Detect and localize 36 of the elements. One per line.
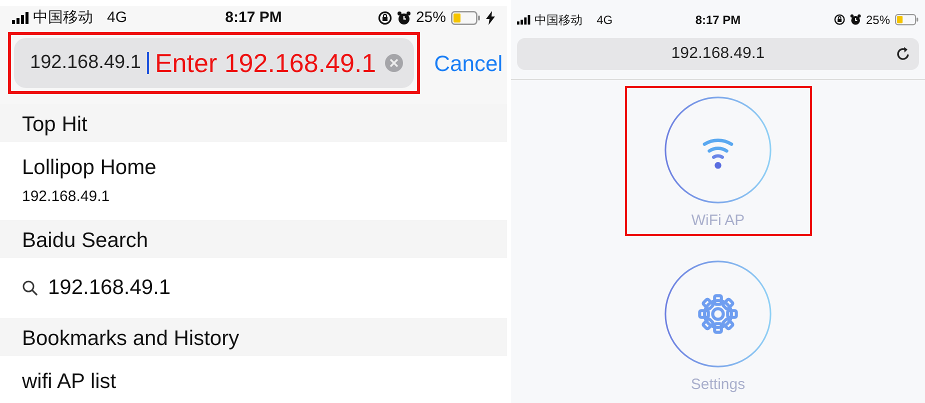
carrier-name: 中国移动 — [33, 8, 93, 28]
network-type: 4G — [107, 8, 128, 28]
suggestion-text[interactable]: 192.168.49.1 — [48, 272, 171, 304]
battery-icon — [451, 11, 481, 25]
address-bar[interactable]: 192.168.49.1 — [517, 38, 919, 70]
address-text: 192.168.49.1 — [30, 50, 141, 75]
address-field[interactable]: 192.168.49.1 Enter 192.168.49.1 — [14, 38, 414, 88]
battery-percent: 25% — [416, 8, 446, 28]
reload-icon[interactable] — [895, 46, 911, 62]
status-time: 8:17 PM — [225, 8, 282, 26]
signal-icon — [12, 12, 29, 24]
page-title[interactable]: wifi AP list — [22, 366, 485, 398]
alarm-clock-icon — [396, 11, 411, 25]
battery-percent: 25% — [866, 12, 890, 29]
signal-icon — [517, 15, 531, 25]
text-cursor — [146, 52, 149, 74]
page-title[interactable]: Lollipop Home — [22, 152, 485, 184]
alarm-clock-icon — [850, 14, 861, 26]
wifi-icon — [664, 96, 772, 204]
status-time: 8:17 PM — [695, 13, 741, 27]
battery-icon — [895, 14, 919, 26]
annotation-text: Enter 192.168.49.1 — [154, 50, 376, 76]
lightning-bolt-icon — [486, 11, 495, 25]
section-header: Bookmarks and History — [0, 318, 507, 356]
rotation-lock-icon — [378, 11, 392, 25]
page-url: 192.168.49.1 — [22, 186, 111, 206]
search-icon — [22, 280, 38, 296]
address-text: 192.168.49.1 — [671, 44, 765, 64]
section-header: Top Hit — [0, 104, 507, 142]
gear-icon — [664, 260, 772, 368]
cancel-button[interactable]: Cancel — [430, 46, 507, 80]
carrier-name: 中国移动 — [534, 12, 583, 29]
section-header: Baidu Search — [0, 220, 507, 258]
network-type: 4G — [596, 12, 613, 29]
rotation-lock-icon — [834, 14, 845, 26]
clear-icon — [384, 53, 404, 73]
